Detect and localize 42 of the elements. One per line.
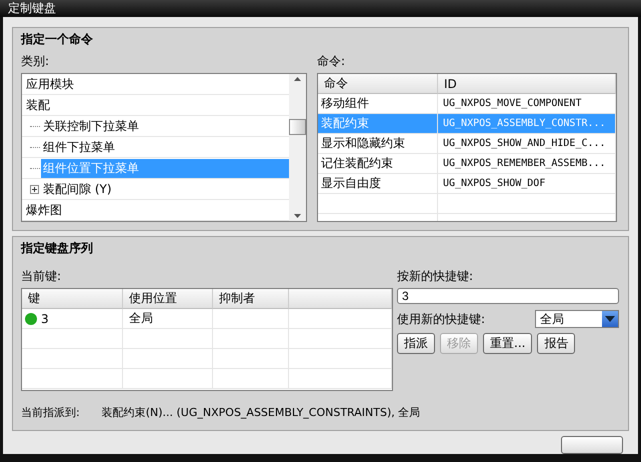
table-cell[interactable]: 记住装配约束 <box>318 154 438 174</box>
column-header[interactable]: 抑制者 <box>213 289 289 309</box>
group-title: 指定键盘序列 <box>21 240 94 257</box>
tree-line-icon <box>30 146 40 148</box>
tree-item[interactable]: 关联控制下拉菜单 <box>41 116 141 136</box>
current-keys-label: 当前键: <box>21 268 62 285</box>
scroll-down-icon[interactable] <box>294 214 301 218</box>
column-header[interactable]: 使用位置 <box>123 289 213 309</box>
table-cell[interactable]: UG_NXPOS_SHOW_AND_HIDE_C... <box>438 134 616 154</box>
scroll-thumb[interactable] <box>289 119 306 135</box>
table-cell[interactable]: 显示和隐藏约束 <box>318 134 438 154</box>
action-button[interactable]: 重置... <box>483 333 532 354</box>
shortcut-field[interactable]: 3 <box>397 288 619 304</box>
tree-item[interactable]: 装配 <box>24 96 52 114</box>
column-header[interactable]: 命令 <box>318 74 438 94</box>
commands-label: 命令: <box>317 53 346 70</box>
action-button[interactable]: 报告 <box>537 333 576 354</box>
tree-item[interactable]: 装配间隙 (Y) <box>41 180 114 198</box>
scope-dropdown[interactable]: 全局 <box>535 310 619 328</box>
window-title: 定制键盘 <box>8 0 56 17</box>
key-text: 3 <box>41 312 49 326</box>
tree-item[interactable]: 爆炸图 <box>24 200 64 220</box>
column-header[interactable]: ID <box>438 74 616 94</box>
action-button[interactable]: 指派 <box>397 333 435 354</box>
assigned-value: 装配约束(N)... (UG_NXPOS_ASSEMBLY_CONSTRAINTS), 全局 <box>102 405 420 420</box>
use-label: 使用新的快捷键: <box>397 310 486 328</box>
scrollbar[interactable] <box>289 74 306 221</box>
table-cell[interactable]: UG_NXPOS_REMEMBER_ASSEMB... <box>438 154 616 174</box>
new-key-label: 按新的快捷键: <box>397 268 474 285</box>
dialog-button[interactable] <box>561 436 623 454</box>
assigned-label: 当前指派到: <box>21 405 80 420</box>
category-label: 类别: <box>21 53 50 70</box>
group-title: 指定一个命令 <box>21 31 94 48</box>
expand-icon[interactable] <box>30 184 39 194</box>
table-cell: 全局 <box>123 309 213 329</box>
tree-item[interactable]: 组件下拉菜单 <box>41 138 117 156</box>
table-cell[interactable]: 3 <box>22 309 123 329</box>
table-cell[interactable]: UG_NXPOS_SHOW_DOF <box>438 174 616 194</box>
tree-item[interactable]: 应用模块 <box>24 74 76 94</box>
column-header[interactable]: 键 <box>22 289 123 309</box>
scroll-up-icon[interactable] <box>294 77 301 81</box>
table-cell[interactable]: 显示自由度 <box>318 174 438 194</box>
